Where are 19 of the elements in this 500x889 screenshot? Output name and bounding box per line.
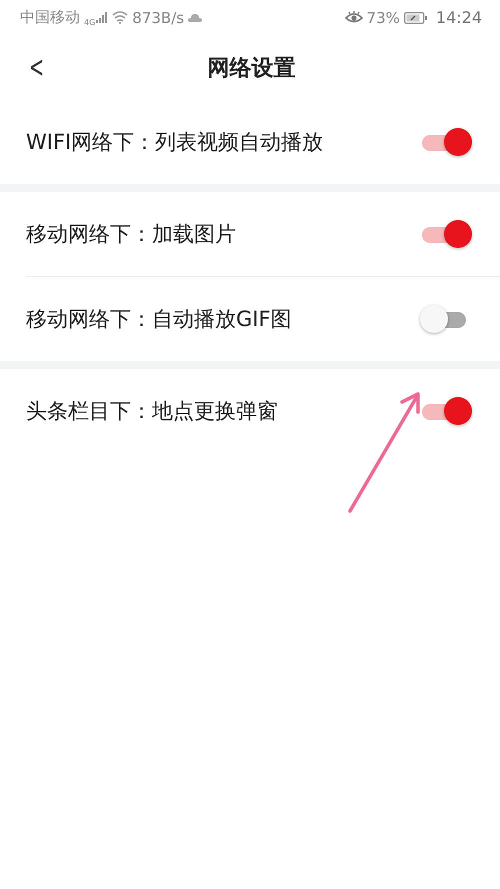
toggle-switch[interactable]	[424, 219, 470, 249]
cloud-icon	[188, 13, 202, 22]
toggle-switch[interactable]	[424, 127, 470, 157]
eye-icon	[344, 11, 363, 24]
signal-icon	[96, 12, 108, 23]
setting-label: 移动网络下：加载图片	[26, 221, 236, 248]
setting-label: 头条栏目下：地点更换弹窗	[26, 398, 278, 425]
toggle-switch[interactable]	[424, 396, 470, 426]
clock-time: 14:24	[436, 8, 482, 27]
network-speed: 873B/s	[132, 8, 184, 26]
back-button[interactable]: <	[26, 50, 47, 85]
wifi-icon	[112, 11, 128, 24]
page-title: 网络设置	[208, 54, 296, 82]
battery-percent: 73%	[366, 8, 400, 26]
setting-label: 移动网络下：自动播放GIF图	[26, 306, 292, 333]
battery-icon	[404, 12, 428, 24]
setting-label: WIFI网络下：列表视频自动播放	[26, 129, 324, 156]
carrier-name: 中国移动	[20, 8, 80, 27]
network-type: 4G	[84, 18, 96, 27]
